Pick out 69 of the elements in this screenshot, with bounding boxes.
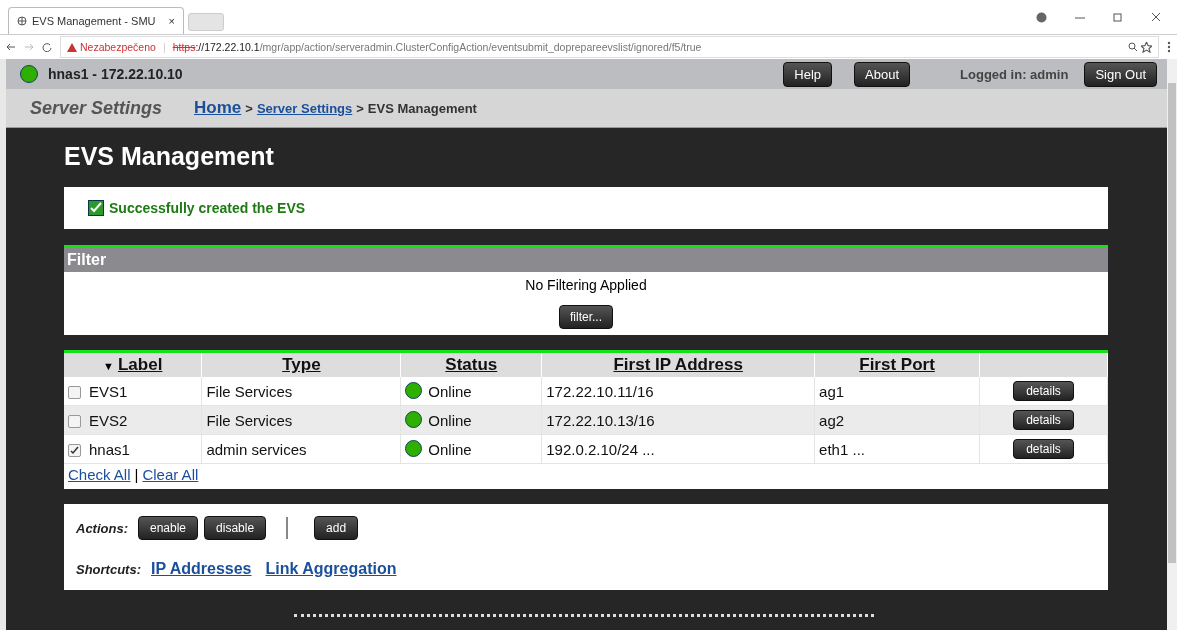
filter-button[interactable]: filter... [559, 305, 613, 329]
success-message: Successfully created the EVS [109, 200, 306, 216]
breadcrumb-separator: > [245, 100, 253, 116]
back-icon[interactable] [6, 42, 16, 52]
globe-icon [17, 16, 27, 26]
status-text: Online [428, 441, 472, 458]
table-cell: 172.22.10.11/16 [541, 377, 815, 406]
details-button[interactable]: details [1013, 381, 1074, 401]
host-name: hnas1 - 172.22.10.10 [48, 66, 183, 82]
status-text: Online [428, 383, 472, 400]
maximize-icon[interactable] [1113, 11, 1123, 22]
section-title: Server Settings [30, 97, 163, 119]
checkbox[interactable] [68, 386, 81, 400]
table-cell: 192.0.2.10/24 ... [541, 434, 815, 464]
header-button[interactable]: About [854, 61, 911, 87]
link-separator: | [134, 466, 139, 483]
menu-icon[interactable] [1167, 41, 1171, 53]
table-cell: ag2 [814, 405, 980, 435]
breadcrumb-link[interactable]: Home [194, 98, 242, 118]
browser-tab[interactable]: EVS Management - SMU × [8, 7, 184, 34]
action-button[interactable]: add [314, 516, 359, 540]
url-text: https://172.22.10.1/mgr/app/action/serveradmin.ClusterConfigAction/eventsubmit_doprepareevslist/ignored/f5/true [172, 41, 702, 53]
actions-label: Actions: [76, 520, 128, 536]
tab-title: EVS Management - SMU [32, 15, 156, 27]
account-icon[interactable] [1036, 11, 1047, 23]
table-cell: EVS1 [89, 382, 128, 400]
table-cell: ag1 [814, 377, 980, 406]
logged-in-label: Logged in: admin [960, 66, 1069, 82]
header-button[interactable]: Help [783, 61, 833, 87]
shortcuts-label: Shortcuts: [76, 561, 141, 577]
details-button[interactable]: details [1013, 439, 1074, 459]
filter-status: No Filtering Applied [525, 277, 647, 293]
action-button[interactable]: enable [138, 516, 199, 540]
sort-arrow-icon[interactable]: ▼ [103, 360, 114, 372]
check-all-link[interactable]: Check All [68, 466, 131, 483]
check-icon [88, 200, 104, 216]
breadcrumb-current: EVS Management [367, 100, 477, 116]
shortcut-link[interactable]: Link Aggregation [265, 560, 397, 578]
breadcrumb-link[interactable]: Server Settings [256, 100, 353, 116]
column-header[interactable]: Label [117, 355, 163, 374]
breadcrumb-separator: > [356, 100, 364, 116]
shortcut-link[interactable]: IP Addresses [151, 560, 252, 578]
action-button[interactable]: disable [204, 516, 267, 540]
filter-header: Filter [64, 248, 1108, 272]
security-label: Nezabezpečeno [80, 41, 156, 53]
star-icon[interactable] [1141, 41, 1152, 53]
close-icon[interactable]: × [168, 15, 175, 27]
scrollbar[interactable] [1167, 59, 1177, 630]
reload-icon[interactable] [42, 42, 52, 52]
table-cell: File Services [201, 405, 401, 435]
table-cell: 172.22.10.13/16 [541, 405, 815, 435]
close-icon[interactable] [1151, 11, 1161, 22]
sign-out-button[interactable]: Sign Out [1084, 61, 1157, 87]
page-title: EVS Management [64, 142, 275, 171]
address-bar[interactable]: Nezabezpečeno | https://172.22.10.1/mgr/app/action/serveradmin.ClusterConfigAction/eventsubmit_doprepareevslist/ignored/f5/true [60, 36, 1159, 58]
warning-icon [67, 42, 77, 52]
checkbox[interactable] [68, 415, 81, 429]
table-cell: EVS2 [89, 411, 128, 429]
column-header[interactable]: Type [282, 355, 321, 374]
table-cell: File Services [201, 377, 401, 406]
table-cell: admin services [201, 434, 401, 464]
table-cell: eth1 ... [814, 434, 980, 464]
status-text: Online [428, 412, 472, 429]
details-button[interactable]: details [1013, 410, 1074, 430]
checkbox[interactable] [68, 444, 81, 458]
table-cell: hnas1 [89, 440, 130, 458]
zoom-icon[interactable] [1128, 42, 1138, 52]
url-divider: | [162, 41, 166, 53]
clear-all-link[interactable]: Clear All [142, 466, 199, 483]
